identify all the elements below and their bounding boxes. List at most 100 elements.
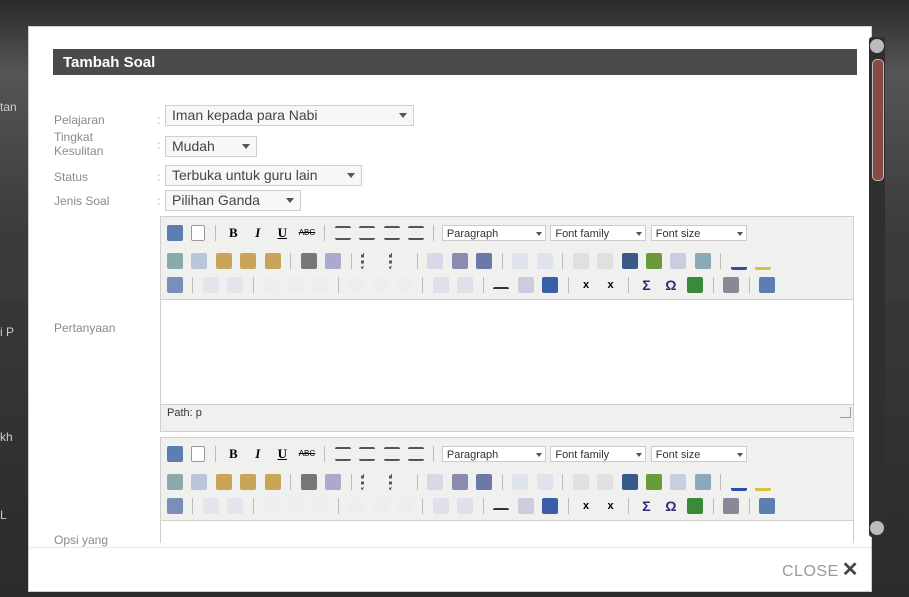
sigma-icon[interactable]: Σ <box>638 498 654 514</box>
replace-icon[interactable] <box>325 252 342 269</box>
strikethrough-icon[interactable]: ABC <box>299 225 315 241</box>
text-color-icon[interactable] <box>730 251 747 270</box>
print-icon[interactable] <box>723 277 740 293</box>
paragraph-format-select[interactable]: Paragraph <box>441 446 546 462</box>
row-before-icon[interactable] <box>263 277 280 293</box>
horizontal-rule-icon[interactable] <box>493 286 510 291</box>
fullscreen-icon[interactable] <box>759 277 776 293</box>
font-size-select[interactable]: Font size <box>650 446 747 462</box>
cleanup-icon[interactable] <box>167 277 183 293</box>
paste-text-icon[interactable] <box>240 473 257 490</box>
italic-icon[interactable]: I <box>250 446 266 462</box>
cut-icon[interactable] <box>167 473 183 490</box>
close-button[interactable]: CLOSE ✕ <box>782 557 859 582</box>
table-icon[interactable] <box>202 498 219 514</box>
preview-icon[interactable] <box>694 473 711 490</box>
italic-icon[interactable]: I <box>250 225 266 241</box>
table-icon[interactable] <box>202 277 219 293</box>
col-after-icon[interactable] <box>372 277 389 293</box>
copy-icon[interactable] <box>191 252 208 269</box>
col-after-icon[interactable] <box>372 498 389 514</box>
delete-row-icon[interactable] <box>312 277 329 293</box>
new-document-icon[interactable] <box>191 446 206 462</box>
font-family-select[interactable]: Font family <box>550 446 647 462</box>
paste-icon[interactable] <box>215 473 232 490</box>
align-justify-icon[interactable] <box>407 226 424 240</box>
new-document-icon[interactable] <box>191 225 206 241</box>
delete-col-icon[interactable] <box>396 277 413 293</box>
undo-icon[interactable] <box>512 252 529 269</box>
omega-icon[interactable]: Ω <box>663 277 679 293</box>
superscript-icon[interactable]: x <box>603 498 619 514</box>
status-select[interactable]: Terbuka untuk guru lain <box>165 165 362 186</box>
indent-icon[interactable] <box>451 473 468 490</box>
image-icon[interactable] <box>645 252 662 269</box>
highlight-color-icon[interactable] <box>755 251 772 270</box>
split-cells-icon[interactable] <box>432 277 449 293</box>
table-props-icon[interactable] <box>227 277 244 293</box>
paste-word-icon[interactable] <box>264 473 281 490</box>
save-icon[interactable] <box>167 446 183 462</box>
dialog-scrollbar[interactable] <box>869 37 885 537</box>
cleanup-icon[interactable] <box>167 498 183 514</box>
preview-icon[interactable] <box>694 252 711 269</box>
font-size-select[interactable]: Font size <box>650 225 747 241</box>
col-before-icon[interactable] <box>348 277 365 293</box>
pelajaran-select[interactable]: Iman kepada para Nabi <box>165 105 414 126</box>
bullet-list-icon[interactable] <box>361 252 380 269</box>
scroll-up-icon[interactable] <box>870 39 884 53</box>
sigma-icon[interactable]: Σ <box>638 277 654 293</box>
superscript-icon[interactable]: x <box>603 277 619 293</box>
copy-icon[interactable] <box>191 473 208 490</box>
row-after-icon[interactable] <box>287 498 304 514</box>
visual-aid-icon[interactable] <box>542 498 559 514</box>
tingkat-select[interactable]: Mudah <box>165 136 257 157</box>
paragraph-format-select[interactable]: Paragraph <box>441 225 546 241</box>
paste-text-icon[interactable] <box>240 252 257 269</box>
row-before-icon[interactable] <box>263 498 280 514</box>
pertanyaan-text-area[interactable] <box>161 299 853 405</box>
col-before-icon[interactable] <box>348 498 365 514</box>
image-icon[interactable] <box>645 473 662 490</box>
remove-format-icon[interactable] <box>517 498 534 514</box>
paste-icon[interactable] <box>215 252 232 269</box>
anchor-icon[interactable] <box>621 252 638 269</box>
delete-col-icon[interactable] <box>396 498 413 514</box>
table-props-icon[interactable] <box>227 498 244 514</box>
delete-row-icon[interactable] <box>312 498 329 514</box>
indent-icon[interactable] <box>451 252 468 269</box>
omega-icon[interactable]: Ω <box>663 498 679 514</box>
opsi-text-area[interactable] <box>161 520 853 545</box>
link-icon[interactable] <box>572 252 589 269</box>
align-left-icon[interactable] <box>334 447 351 461</box>
align-right-icon[interactable] <box>383 226 400 240</box>
numbered-list-icon[interactable] <box>388 252 408 269</box>
bold-icon[interactable]: B <box>225 225 241 241</box>
cut-icon[interactable] <box>167 252 183 269</box>
merge-cells-icon[interactable] <box>457 277 474 293</box>
scroll-down-icon[interactable] <box>870 521 884 535</box>
horizontal-rule-icon[interactable] <box>493 507 510 512</box>
merge-cells-icon[interactable] <box>457 498 474 514</box>
numbered-list-icon[interactable] <box>388 473 408 490</box>
blockquote-icon[interactable] <box>476 252 493 269</box>
align-justify-icon[interactable] <box>407 447 424 461</box>
unlink-icon[interactable] <box>597 473 614 490</box>
media-icon[interactable] <box>687 498 704 514</box>
anchor-icon[interactable] <box>621 473 638 490</box>
remove-format-icon[interactable] <box>517 277 534 293</box>
align-right-icon[interactable] <box>383 447 400 461</box>
save-icon[interactable] <box>167 225 183 241</box>
fullscreen-icon[interactable] <box>759 498 776 514</box>
resize-grip-icon[interactable] <box>840 407 851 418</box>
undo-icon[interactable] <box>512 473 529 490</box>
align-center-icon[interactable] <box>359 226 376 240</box>
scrollbar-thumb[interactable] <box>872 59 884 181</box>
bold-icon[interactable]: B <box>225 446 241 462</box>
html-source-icon[interactable] <box>670 473 687 490</box>
redo-icon[interactable] <box>536 473 553 490</box>
paste-word-icon[interactable] <box>264 252 281 269</box>
highlight-color-icon[interactable] <box>755 472 772 491</box>
subscript-icon[interactable]: x <box>578 498 594 514</box>
blockquote-icon[interactable] <box>476 473 493 490</box>
